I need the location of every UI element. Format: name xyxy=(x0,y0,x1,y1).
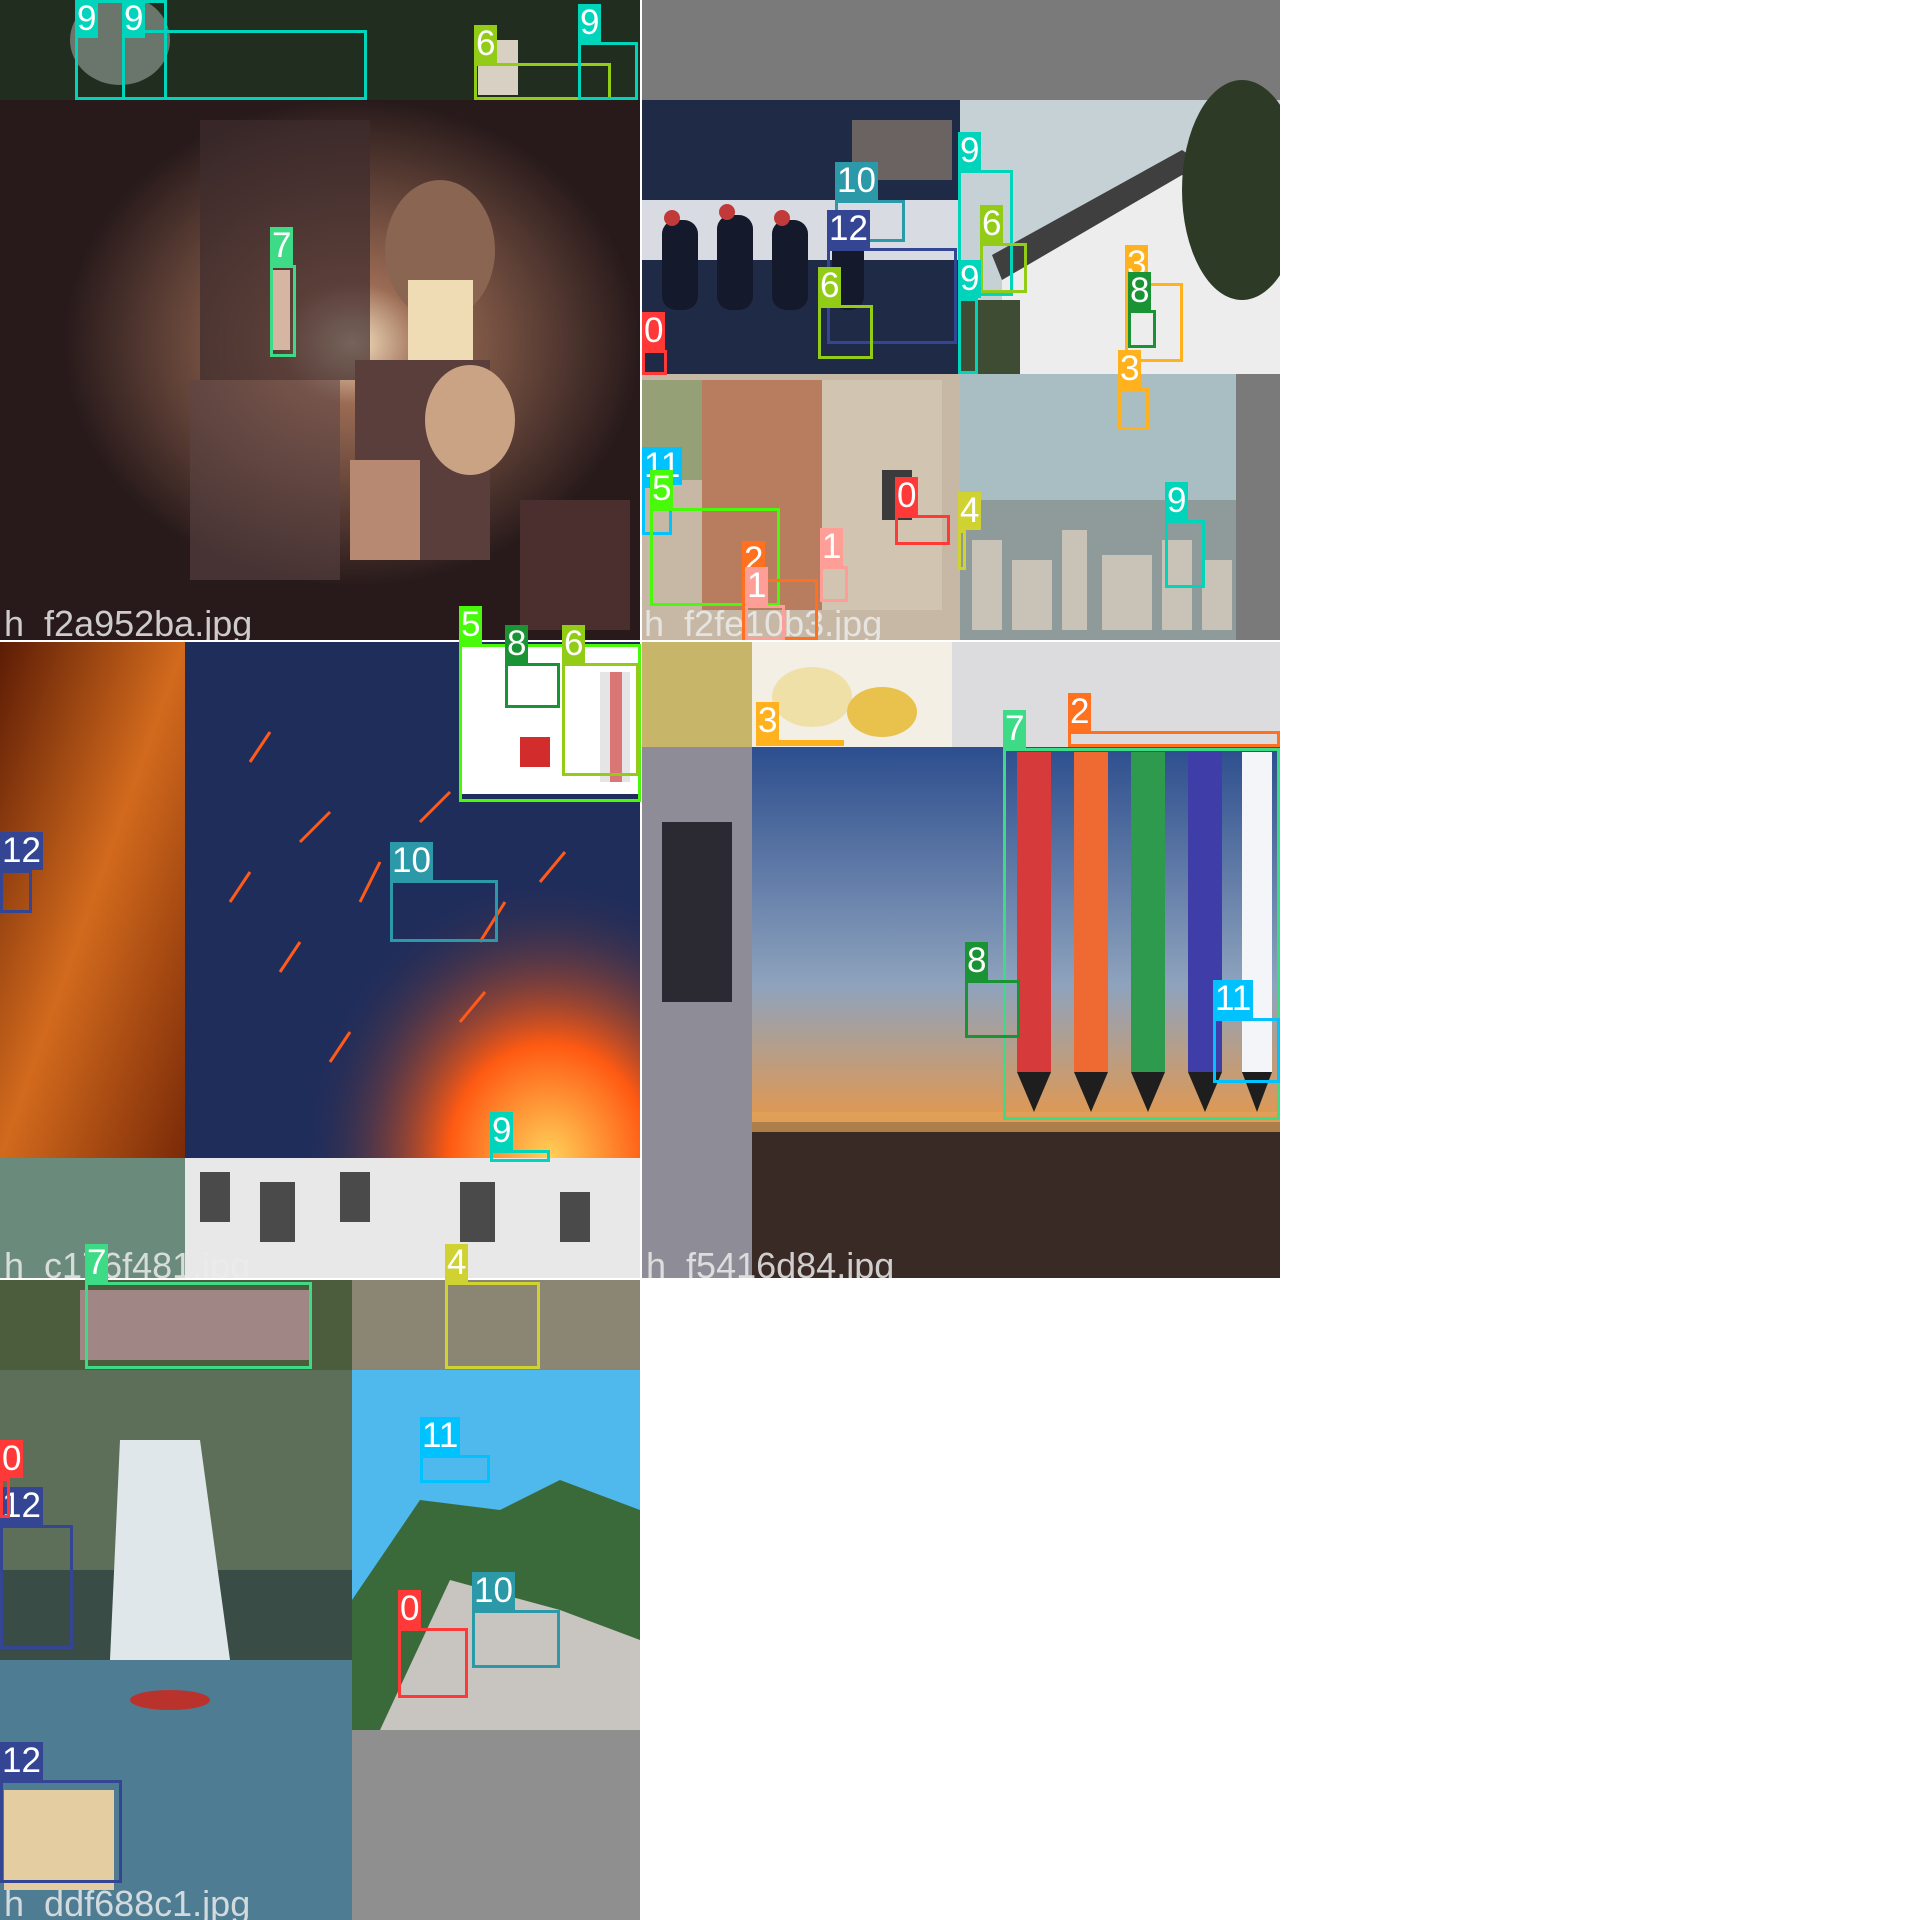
detection-box xyxy=(965,980,1020,1038)
detection-class-label: 4 xyxy=(445,1243,469,1282)
detection-box xyxy=(420,1455,490,1483)
detection-box xyxy=(818,305,873,359)
detection-class-label: 10 xyxy=(472,1571,515,1610)
detection-box xyxy=(820,566,848,602)
tile-divider xyxy=(0,640,1280,642)
detection-class-label: 0 xyxy=(398,1589,422,1628)
detection-class-label: 9 xyxy=(578,3,602,42)
detection-class-label: 8 xyxy=(505,624,529,663)
detection-box xyxy=(958,298,978,374)
detection-box xyxy=(0,1478,10,1518)
detection-box xyxy=(1128,310,1156,348)
detection-class-label: 7 xyxy=(1003,709,1027,748)
detection-class-label: 11 xyxy=(1213,979,1254,1018)
detection-class-label: 12 xyxy=(827,209,870,248)
detection-box xyxy=(85,1282,312,1369)
detection-class-label: 0 xyxy=(0,1439,24,1478)
detection-box xyxy=(958,530,966,570)
detection-box xyxy=(1165,520,1205,588)
filename-label: h_c176f481.jpg xyxy=(4,1245,251,1279)
detection-class-label: 1 xyxy=(820,527,844,566)
detection-class-label: 2 xyxy=(1068,692,1092,731)
detection-box xyxy=(122,30,367,100)
detection-class-label: 9 xyxy=(490,1111,514,1150)
detection-class-label: 7 xyxy=(270,226,294,265)
detection-box xyxy=(642,350,667,375)
filename-label: h_f5416d84.jpg xyxy=(646,1245,895,1279)
detection-class-label: 0 xyxy=(642,311,666,350)
detection-class-label: 10 xyxy=(835,161,878,200)
detection-class-label: 8 xyxy=(1128,271,1152,310)
detection-class-label: 0 xyxy=(895,476,919,515)
detection-class-label: 5 xyxy=(459,605,483,644)
detection-class-label: 6 xyxy=(818,266,842,305)
detection-class-label: 3 xyxy=(756,701,780,740)
detection-box xyxy=(1118,388,1149,430)
detection-class-label: 6 xyxy=(980,204,1004,243)
detection-box xyxy=(756,740,844,746)
detection-class-label: 9 xyxy=(122,0,146,38)
detection-class-label: 5 xyxy=(650,469,674,508)
detection-class-label: 11 xyxy=(420,1416,461,1455)
detection-box xyxy=(0,1525,73,1649)
detection-class-label: 4 xyxy=(958,491,982,530)
detection-box xyxy=(398,1628,468,1698)
detection-class-label: 9 xyxy=(958,131,982,170)
detection-box xyxy=(0,870,32,913)
mosaic-canvas: { "filenames": { "tile1": "h_f2a952ba.jp… xyxy=(0,0,1920,1920)
detection-class-label: 8 xyxy=(965,941,989,980)
detection-class-label: 3 xyxy=(1118,349,1142,388)
detection-box xyxy=(472,1610,560,1668)
detection-box xyxy=(1068,731,1280,747)
detection-box xyxy=(270,265,296,357)
detection-class-label: 12 xyxy=(0,831,43,870)
detection-class-label: 12 xyxy=(0,1741,43,1780)
detection-class-label: 6 xyxy=(562,624,586,663)
filename-label: h_ddf688c1.jpg xyxy=(4,1883,251,1920)
detection-box xyxy=(0,1780,122,1883)
detection-box xyxy=(490,1150,550,1162)
filename-label: h_f2a952ba.jpg xyxy=(4,603,253,641)
detection-class-label: 9 xyxy=(958,259,982,298)
detection-box xyxy=(578,42,638,100)
detection-box xyxy=(895,515,950,545)
detection-class-label: 10 xyxy=(390,841,433,880)
detection-class-label: 9 xyxy=(1165,481,1189,520)
detection-class-label: 6 xyxy=(474,24,498,63)
detection-class-label: 7 xyxy=(85,1243,109,1282)
detection-box xyxy=(745,605,785,640)
detection-box xyxy=(445,1282,540,1369)
detection-class-label: 1 xyxy=(745,566,769,605)
detection-box xyxy=(390,880,498,942)
detection-box xyxy=(505,663,560,708)
detection-box xyxy=(1213,1018,1280,1083)
detection-box xyxy=(980,243,1027,293)
detection-class-label: 9 xyxy=(75,0,99,38)
detection-box xyxy=(562,663,639,776)
tile-divider xyxy=(640,0,642,1920)
